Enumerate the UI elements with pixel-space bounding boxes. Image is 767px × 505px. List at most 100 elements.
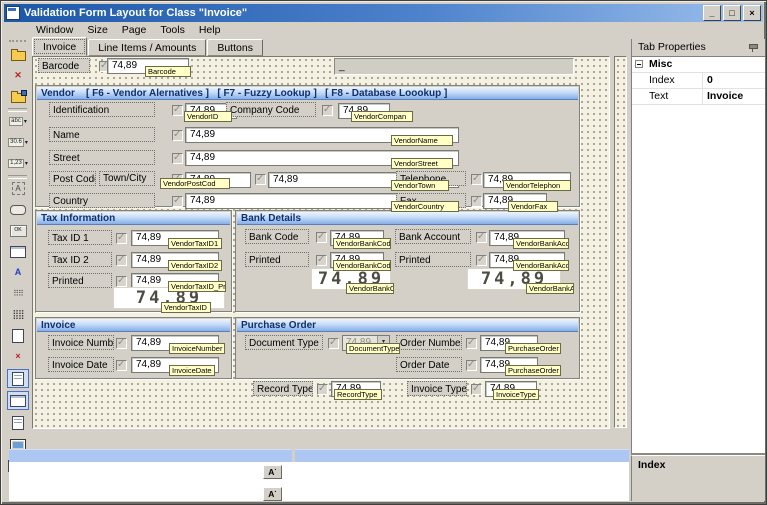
barcode-tag-tooltip: Barcode — [145, 66, 191, 77]
post-code-label[interactable]: Post Code — [49, 171, 96, 186]
property-description-text: Index — [638, 459, 665, 471]
new-form-button[interactable] — [7, 45, 29, 64]
delete-item-button[interactable]: × — [7, 347, 29, 366]
order-date-checkbox[interactable] — [466, 360, 477, 371]
tab-invoice[interactable]: Invoice — [32, 37, 87, 56]
close-button[interactable]: × — [743, 5, 761, 21]
date-field-tool-button[interactable]: 30.6 — [7, 133, 29, 152]
property-row-text[interactable]: Text Invoice — [632, 89, 765, 105]
invoice-date-label[interactable]: Invoice Date — [48, 357, 114, 372]
town-label[interactable]: Town/City — [99, 171, 155, 186]
label-tool-button[interactable]: A — [7, 179, 29, 198]
collapse-icon[interactable] — [635, 60, 643, 68]
frame-tool-button[interactable] — [7, 200, 29, 219]
telephone-checkbox[interactable] — [471, 174, 482, 185]
street-label[interactable]: Street — [49, 150, 155, 165]
street-checkbox[interactable] — [172, 153, 183, 164]
font-decrease-button[interactable]: A — [263, 487, 282, 501]
form-view-toggle[interactable] — [7, 369, 29, 388]
font-increase-button[interactable]: A — [263, 465, 282, 479]
bank-account-printed-checkbox[interactable] — [476, 255, 487, 266]
minimize-button[interactable]: _ — [703, 5, 721, 21]
order-date-label[interactable]: Order Date — [396, 357, 462, 372]
tax-id-2-checkbox[interactable] — [116, 255, 127, 266]
paste-form-button[interactable] — [7, 87, 29, 106]
pin-icon[interactable] — [749, 43, 757, 52]
document-type-label[interactable]: Document Type — [245, 335, 323, 350]
country-label[interactable]: Country — [49, 193, 155, 208]
bottom-panel: A A — [9, 462, 629, 501]
design-canvas[interactable]: Barcode 74,89 Barcode _ Vendor [ F6 - Ve… — [32, 56, 610, 429]
bank-account-printed-label[interactable]: Printed — [395, 252, 471, 267]
property-value[interactable]: Invoice — [702, 89, 765, 104]
identification-checkbox[interactable] — [172, 105, 183, 116]
button-tool-button[interactable]: OK — [7, 221, 29, 240]
country-checkbox[interactable] — [172, 196, 183, 207]
invoice-number-label[interactable]: Invoice Number — [48, 335, 114, 350]
property-group-name: Misc — [649, 57, 672, 71]
dash-placeholder-box[interactable]: _ — [334, 58, 574, 75]
tax-printed-label[interactable]: Printed — [48, 273, 112, 288]
record-type-checkbox[interactable] — [317, 384, 328, 395]
bank-code-printed-label[interactable]: Printed — [245, 252, 309, 267]
invoice-type-label[interactable]: Invoice Type — [407, 381, 467, 396]
town-checkbox[interactable] — [255, 174, 266, 185]
bank-account-label[interactable]: Bank Account — [395, 229, 471, 244]
menu-tools[interactable]: Tools — [153, 23, 192, 37]
document-type-checkbox[interactable] — [328, 338, 339, 349]
bank-group-header: Bank Details — [237, 212, 578, 225]
invoice-number-checkbox[interactable] — [116, 338, 127, 349]
textbox-tool-button[interactable] — [7, 242, 29, 261]
purchase-order-group-header: Purchase Order — [237, 319, 578, 332]
invoice-date-checkbox[interactable] — [116, 360, 127, 371]
country-tag-tooltip: VendorCountry — [391, 201, 459, 212]
menu-page[interactable]: Page — [115, 23, 154, 37]
invoice-type-checkbox[interactable] — [471, 384, 482, 395]
company-code-checkbox[interactable] — [322, 105, 333, 116]
toolbar-view-toggle-icon — [10, 395, 26, 407]
identification-label[interactable]: Identification — [49, 102, 155, 117]
toolbar-view-toggle[interactable] — [7, 391, 29, 410]
barcode-label[interactable]: Barcode — [38, 58, 90, 73]
name-label[interactable]: Name — [49, 127, 155, 142]
company-code-label[interactable]: Company Code — [226, 102, 316, 117]
property-group-row[interactable]: Misc — [632, 57, 765, 73]
record-type-label[interactable]: Record Type — [253, 381, 313, 396]
name-checkbox[interactable] — [172, 130, 183, 141]
font-increase-label: A — [268, 467, 274, 477]
menu-help[interactable]: Help — [192, 23, 228, 37]
tax-id-1-checkbox[interactable] — [116, 233, 127, 244]
record-type-tag-tooltip: RecordType — [334, 389, 382, 400]
fax-checkbox[interactable] — [471, 196, 482, 207]
property-value[interactable]: 0 — [702, 73, 765, 88]
tax-id-preview-tag-tooltip: VendorTaxID — [161, 302, 211, 313]
tax-printed-tag-tooltip: VendorTaxID_Pr — [168, 281, 226, 292]
bank-code-label[interactable]: Bank Code — [245, 229, 309, 244]
tab-buttons[interactable]: Buttons — [207, 39, 263, 56]
order-number-label[interactable]: Order Number — [396, 335, 462, 350]
maximize-button[interactable]: □ — [723, 5, 741, 21]
large-grid-button[interactable]: ⣿⣿ — [7, 305, 29, 324]
text-field-tool-button[interactable]: abc — [7, 112, 29, 131]
tab-line-items-amounts[interactable]: Line Items / Amounts — [88, 39, 206, 56]
amount-field-tool-button[interactable]: 1,23 — [7, 154, 29, 173]
property-row-index[interactable]: Index 0 — [632, 73, 765, 89]
page-preview-button[interactable] — [7, 413, 29, 432]
tax-id-2-label[interactable]: Tax ID 2 — [48, 252, 112, 267]
bank-account-checkbox[interactable] — [476, 232, 487, 243]
new-page-button[interactable] — [7, 326, 29, 345]
font-tool-button[interactable]: A — [7, 263, 29, 282]
tax-printed-checkbox[interactable] — [116, 276, 127, 287]
bank-code-checkbox[interactable] — [316, 232, 327, 243]
text-field-tool-icon: abc — [9, 117, 23, 126]
delete-form-button[interactable]: ✕ — [7, 66, 29, 85]
bank-code-printed-checkbox[interactable] — [316, 255, 327, 266]
small-grid-button[interactable]: ⠿⠿ — [7, 284, 29, 303]
order-number-checkbox[interactable] — [466, 338, 477, 349]
canvas-side-strip[interactable] — [614, 56, 627, 428]
tax-id-1-label[interactable]: Tax ID 1 — [48, 230, 112, 245]
company-code-tag-tooltip: VendorCompan — [351, 111, 413, 122]
menu-size[interactable]: Size — [80, 23, 114, 37]
menu-window[interactable]: Window — [29, 23, 80, 37]
large-grid-icon: ⣿⣿ — [12, 309, 23, 320]
